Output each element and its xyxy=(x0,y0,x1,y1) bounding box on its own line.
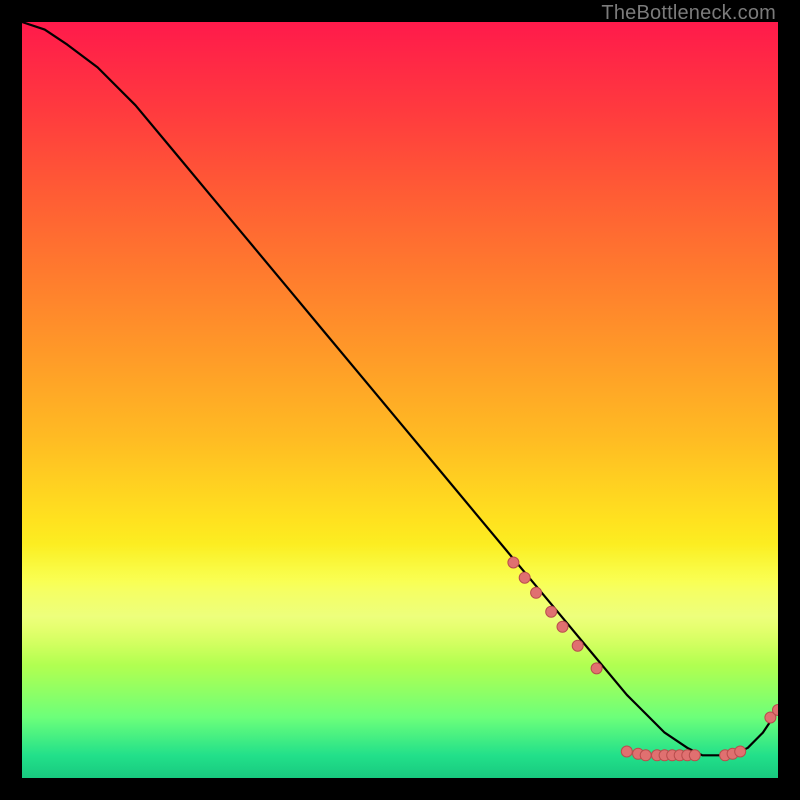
data-marker xyxy=(557,621,568,632)
plot-area xyxy=(22,22,778,778)
chart-stage: TheBottleneck.com xyxy=(0,0,800,800)
data-marker xyxy=(519,572,530,583)
marker-group xyxy=(508,557,778,761)
curve-layer xyxy=(22,22,778,778)
data-marker xyxy=(689,750,700,761)
data-marker xyxy=(531,587,542,598)
data-marker xyxy=(572,640,583,651)
data-marker xyxy=(735,746,746,757)
data-marker xyxy=(621,746,632,757)
data-marker xyxy=(546,606,557,617)
data-marker xyxy=(640,750,651,761)
bottleneck-curve-path xyxy=(22,22,778,755)
data-marker xyxy=(508,557,519,568)
data-marker xyxy=(591,663,602,674)
